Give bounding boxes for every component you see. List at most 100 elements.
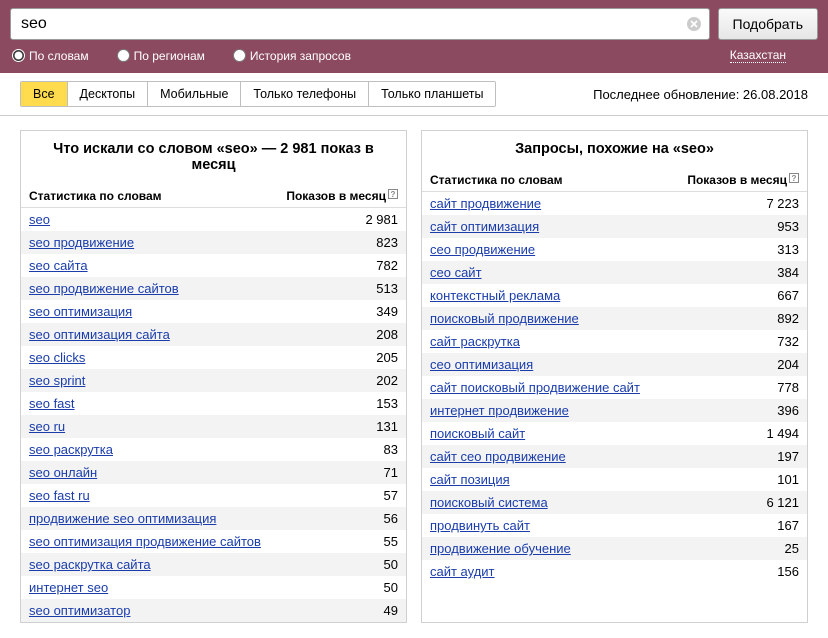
keyword-link[interactable]: сайт позиция [430, 472, 510, 487]
keyword-link[interactable]: поисковый сайт [430, 426, 525, 441]
submit-button[interactable]: Подобрать [718, 8, 819, 40]
keyword-link[interactable]: seo ru [29, 419, 65, 434]
count-cell: 50 [275, 576, 406, 599]
region-link[interactable]: Казахстан [730, 48, 786, 63]
table-row: seo сайта782 [21, 254, 406, 277]
table-row: сео оптимизация204 [422, 353, 807, 376]
table-row: seo онлайн 71 [21, 461, 406, 484]
table-row: поисковый продвижение892 [422, 307, 807, 330]
count-cell: 205 [275, 346, 406, 369]
keyword-link[interactable]: поисковый продвижение [430, 311, 579, 326]
table-row: seo 2 981 [21, 208, 406, 232]
keyword-link[interactable]: сайт раскрутка [430, 334, 520, 349]
keyword-link[interactable]: продвинуть сайт [430, 518, 530, 533]
keyword-link[interactable]: seo продвижение сайтов [29, 281, 179, 296]
table-row: сайт раскрутка 732 [422, 330, 807, 353]
header: Подобрать По словам По регионам История … [0, 0, 828, 73]
count-cell: 101 [668, 468, 807, 491]
count-cell: 208 [275, 323, 406, 346]
count-cell: 953 [668, 215, 807, 238]
count-cell: 6 121 [668, 491, 807, 514]
keyword-link[interactable]: сео сайт [430, 265, 482, 280]
tab-phones[interactable]: Только телефоны [241, 82, 369, 106]
table-row: сайт аудит156 [422, 560, 807, 583]
count-cell: 167 [668, 514, 807, 537]
count-cell: 349 [275, 300, 406, 323]
clear-icon[interactable] [686, 16, 702, 32]
count-cell: 2 981 [275, 208, 406, 232]
table-row: seo sprint202 [21, 369, 406, 392]
keyword-link[interactable]: сео продвижение [430, 242, 535, 257]
keyword-link[interactable]: интернет продвижение [430, 403, 569, 418]
table-row: seo оптимизация продвижение сайтов 55 [21, 530, 406, 553]
help-icon[interactable]: ? [789, 173, 799, 183]
search-input[interactable] [10, 8, 710, 40]
count-cell: 49 [275, 599, 406, 622]
keyword-link[interactable]: seo fast ru [29, 488, 90, 503]
keyword-link[interactable]: сео оптимизация [430, 357, 533, 372]
keyword-link[interactable]: контекстный реклама [430, 288, 560, 303]
keyword-link[interactable]: seo раскрутка сайта [29, 557, 151, 572]
keyword-link[interactable]: seo оптимизация [29, 304, 132, 319]
table-row: сео сайт384 [422, 261, 807, 284]
keyword-link[interactable]: seo оптимизатор [29, 603, 130, 618]
table-row: seo продвижение 823 [21, 231, 406, 254]
table-row: сео продвижение313 [422, 238, 807, 261]
last-update: Последнее обновление: 26.08.2018 [593, 87, 808, 102]
tab-desktop[interactable]: Десктопы [68, 82, 149, 106]
keyword-link[interactable]: сайт аудит [430, 564, 495, 579]
keyword-link[interactable]: seo оптимизация продвижение сайтов [29, 534, 261, 549]
table-row: seo ru131 [21, 415, 406, 438]
keyword-link[interactable]: seo clicks [29, 350, 85, 365]
keyword-link[interactable]: сайт оптимизация [430, 219, 539, 234]
table-row: seo fast ru 57 [21, 484, 406, 507]
panel-similar: Запросы, похожие на «seo» Статистика по … [421, 130, 808, 623]
keyword-link[interactable]: seo продвижение [29, 235, 134, 250]
col-count: Показов в месяц? [275, 185, 406, 208]
col-kw: Статистика по словам [422, 169, 668, 192]
count-cell: 732 [668, 330, 807, 353]
keyword-link[interactable]: seo fast [29, 396, 75, 411]
option-history[interactable]: История запросов [233, 49, 351, 63]
option-words[interactable]: По словам [12, 49, 89, 63]
option-words-label: По словам [29, 49, 89, 63]
panel-title-right: Запросы, похожие на «seo» [422, 131, 807, 169]
count-cell: 396 [668, 399, 807, 422]
col-kw: Статистика по словам [21, 185, 275, 208]
count-cell: 25 [668, 537, 807, 560]
keyword-link[interactable]: seo [29, 212, 50, 227]
keyword-link[interactable]: seo онлайн [29, 465, 97, 480]
table-row: поисковый система 6 121 [422, 491, 807, 514]
help-icon[interactable]: ? [388, 189, 398, 199]
table-row: seo раскрутка сайта 50 [21, 553, 406, 576]
keyword-link[interactable]: seo сайта [29, 258, 88, 273]
count-cell: 778 [668, 376, 807, 399]
table-row: сайт позиция 101 [422, 468, 807, 491]
keyword-link[interactable]: интернет seo [29, 580, 108, 595]
table-row: seo clicks 205 [21, 346, 406, 369]
table-row: поисковый сайт1 494 [422, 422, 807, 445]
keyword-link[interactable]: seo оптимизация сайта [29, 327, 170, 342]
tab-all[interactable]: Все [21, 82, 68, 106]
option-regions[interactable]: По регионам [117, 49, 205, 63]
keyword-link[interactable]: сайт продвижение [430, 196, 541, 211]
keyword-link[interactable]: поисковый система [430, 495, 548, 510]
count-cell: 83 [275, 438, 406, 461]
keyword-link[interactable]: продвижение seo оптимизация [29, 511, 216, 526]
keyword-link[interactable]: seo раскрутка [29, 442, 113, 457]
count-cell: 71 [275, 461, 406, 484]
keyword-link[interactable]: seo sprint [29, 373, 85, 388]
count-cell: 55 [275, 530, 406, 553]
table-row: seo оптимизация сайта 208 [21, 323, 406, 346]
count-cell: 197 [668, 445, 807, 468]
keyword-link[interactable]: продвижение обучение [430, 541, 571, 556]
table-row: сайт оптимизация 953 [422, 215, 807, 238]
table-row: сайт продвижение7 223 [422, 192, 807, 216]
keyword-link[interactable]: сайт сео продвижение [430, 449, 566, 464]
tab-mobile[interactable]: Мобильные [148, 82, 241, 106]
keyword-link[interactable]: сайт поисковый продвижение сайт [430, 380, 640, 395]
count-cell: 823 [275, 231, 406, 254]
count-cell: 50 [275, 553, 406, 576]
count-cell: 57 [275, 484, 406, 507]
tab-tablets[interactable]: Только планшеты [369, 82, 495, 106]
